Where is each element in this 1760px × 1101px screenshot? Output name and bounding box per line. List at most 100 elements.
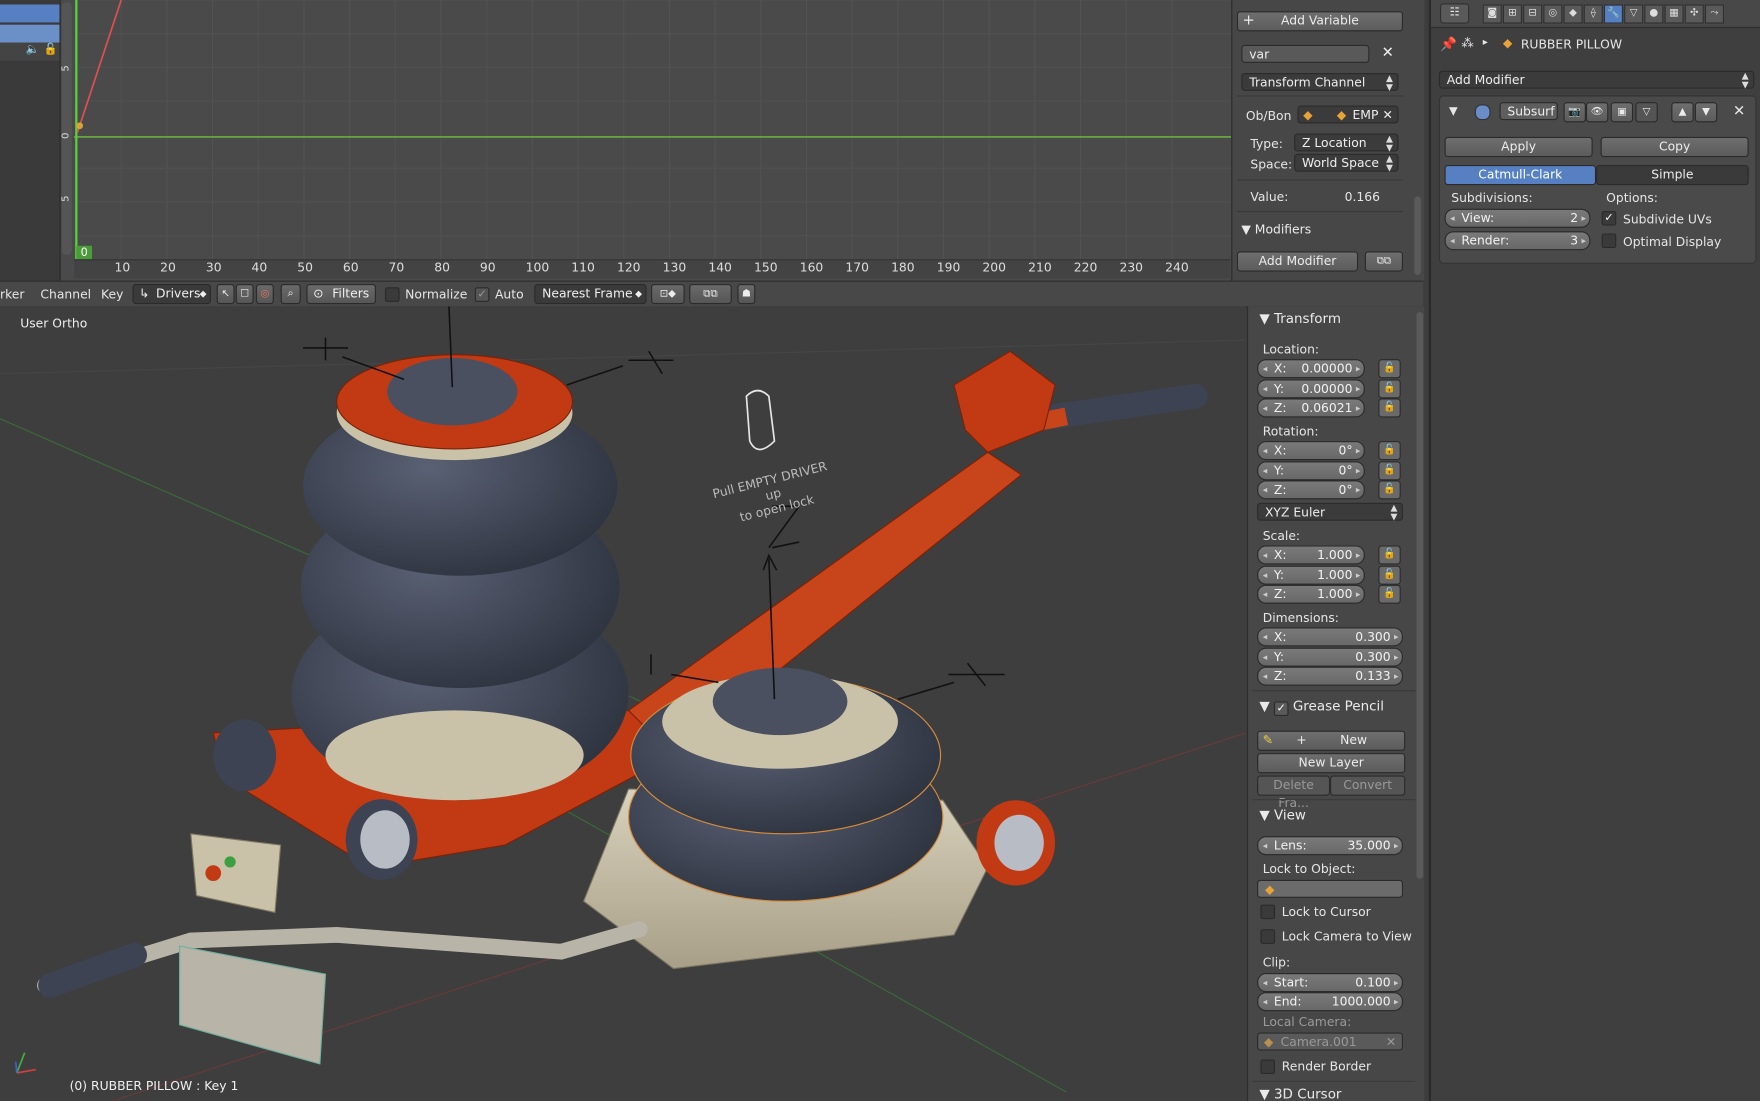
- editmode-icon[interactable]: ▣: [1610, 102, 1634, 123]
- render-toggle-icon[interactable]: 📷: [1563, 102, 1586, 123]
- local-camera-field[interactable]: ◆ Camera.001 ✕: [1257, 1032, 1403, 1052]
- variable-type-select[interactable]: Transform Channel ▲ ▼: [1241, 72, 1399, 91]
- properties-tab-icon[interactable]: ◆: [1563, 4, 1583, 24]
- close-icon[interactable]: ✕: [1382, 45, 1394, 62]
- location-x-field[interactable]: ◂ X: 0.00000 ▸: [1257, 359, 1365, 379]
- transform-section-title[interactable]: ▼ Transform: [1259, 311, 1341, 327]
- gp-new-button[interactable]: ✎ + New: [1257, 730, 1406, 751]
- gp-convert-button[interactable]: Convert: [1330, 775, 1406, 796]
- rotation-x-field[interactable]: ◂ X: 0° ▸: [1257, 441, 1365, 461]
- speaker-icon[interactable]: 🔈: [26, 44, 40, 56]
- properties-tab-icon[interactable]: ◙: [1482, 4, 1502, 24]
- variable-name-field[interactable]: var: [1241, 44, 1370, 63]
- copy-button[interactable]: Copy: [1600, 136, 1749, 158]
- clear-icon[interactable]: ✕: [1383, 107, 1393, 125]
- modifiers-section-title[interactable]: ▼ Modifiers: [1241, 222, 1311, 237]
- lock-icon[interactable]: 🔓: [1378, 545, 1401, 565]
- filters-button[interactable]: ⊙ Filters: [306, 283, 377, 305]
- shelf-scrollbar[interactable]: [1416, 311, 1424, 879]
- lock-icon[interactable]: 🔓: [1378, 359, 1401, 379]
- move-down-icon[interactable]: ▼: [1694, 102, 1718, 123]
- lock-icon[interactable]: 🔓: [1378, 378, 1401, 398]
- editor-type-icon[interactable]: ☷: [1440, 3, 1470, 24]
- gp-delete-frame-button[interactable]: Delete Fra...: [1257, 775, 1331, 810]
- gp-new-layer-button[interactable]: New Layer: [1257, 753, 1406, 774]
- rotation-mode-select[interactable]: XYZ Euler ▲ ▼: [1257, 502, 1403, 521]
- menu-key[interactable]: Key: [101, 287, 123, 302]
- ghost-icon[interactable]: ☐: [235, 283, 254, 305]
- grease-pencil-section-title[interactable]: ▼ ✓ Grease Pencil: [1259, 698, 1384, 717]
- move-up-icon[interactable]: ▲: [1671, 102, 1694, 123]
- location-y-field[interactable]: ◂ Y: 0.00000 ▸: [1257, 378, 1365, 398]
- object-field[interactable]: ◆ ◆ EMP ✕: [1297, 105, 1399, 125]
- subdivide-uvs-checkbox[interactable]: ✓: [1601, 210, 1617, 226]
- rotation-y-field[interactable]: ◂ Y: 0° ▸: [1257, 460, 1365, 480]
- properties-tab-icon[interactable]: ▦: [1664, 4, 1684, 24]
- snap-select[interactable]: Nearest Frame ◆: [534, 283, 647, 305]
- menu-marker[interactable]: rker: [0, 287, 24, 302]
- lock-icon[interactable]: 🔓: [1378, 565, 1401, 585]
- channel-list[interactable]: 🔈 🔓: [0, 0, 61, 281]
- frame-ruler[interactable]: 10 20 30 40 50 60 70 80 90 100 110 120 130 140 150 160 1…: [74, 259, 1231, 279]
- object-link-icon[interactable]: ⁂: [1461, 36, 1473, 51]
- grease-pencil-checkbox[interactable]: ✓: [1273, 701, 1289, 717]
- tab-catmull-clark[interactable]: Catmull-Clark: [1444, 164, 1597, 186]
- menu-channel[interactable]: Channel: [40, 287, 91, 302]
- location-z-field[interactable]: ◂ Z: 0.06021 ▸: [1257, 398, 1365, 418]
- normalize-checkbox[interactable]: [384, 287, 400, 302]
- lock-icon[interactable]: 🔓: [44, 44, 58, 56]
- auto-checkbox[interactable]: ✓: [474, 287, 490, 302]
- 3d-cursor-section-title[interactable]: ▼ 3D Cursor: [1259, 1086, 1341, 1101]
- lock-to-object-field[interactable]: ◆: [1257, 879, 1403, 898]
- remove-modifier-icon[interactable]: ✕: [1733, 103, 1745, 120]
- copy-paste-icon[interactable]: ⧉⧉: [1364, 251, 1403, 272]
- lens-field[interactable]: ◂ Lens: 35.000 ▸: [1257, 836, 1403, 856]
- error-filter-icon[interactable]: ◎: [255, 283, 274, 305]
- clip-start-field[interactable]: ◂ Start: 0.100 ▸: [1257, 973, 1403, 993]
- clear-icon[interactable]: ✕: [1386, 1034, 1396, 1052]
- modifier-name-field[interactable]: Subsurf: [1499, 102, 1558, 121]
- properties-tab-icon[interactable]: ◎: [1543, 4, 1563, 24]
- vertical-scrollbar[interactable]: [61, 2, 72, 255]
- select-icon[interactable]: ↖: [216, 283, 235, 305]
- scale-y-field[interactable]: ◂ Y: 1.000 ▸: [1257, 565, 1365, 585]
- properties-tab-icon[interactable]: ⊞: [1502, 4, 1522, 24]
- lock-icon[interactable]: 🔓: [1378, 480, 1401, 500]
- add-driver-modifier-button[interactable]: Add Modifier: [1236, 251, 1359, 272]
- add-variable-button[interactable]: + Add Variable: [1236, 11, 1403, 32]
- 3d-viewport[interactable]: User Ortho Pull EMPTY DRIVER up to open …: [0, 306, 1246, 1101]
- subdiv-render-field[interactable]: ◂ Render: 3 ▸: [1444, 231, 1591, 251]
- copy-paste-keys-icon[interactable]: ⧉⧉: [689, 283, 732, 305]
- add-modifier-select[interactable]: Add Modifier ▲ ▼: [1438, 70, 1755, 89]
- panel-scrollbar[interactable]: [1414, 196, 1421, 275]
- space-select[interactable]: World Space ▲ ▼: [1294, 153, 1399, 172]
- lock-camera-checkbox[interactable]: [1260, 929, 1276, 944]
- render-border-checkbox[interactable]: [1260, 1059, 1276, 1075]
- pin-icon[interactable]: 📌: [1440, 36, 1457, 52]
- graph-editor[interactable]: 🔈 🔓 5 0 5 0 10 20 30 40 50 60 70 80 90 100 110 120 1…: [0, 0, 1232, 281]
- properties-tab-icon[interactable]: ✣: [1684, 4, 1704, 24]
- apply-button[interactable]: Apply: [1444, 136, 1593, 158]
- properties-tab-icon[interactable]: ⟠: [1583, 4, 1603, 24]
- pivot-icon[interactable]: ⊡◆: [650, 283, 685, 305]
- lock-icon[interactable]: 🔓: [1378, 441, 1401, 461]
- dimensions-y-field[interactable]: ◂ Y: 0.300 ▸: [1257, 647, 1403, 667]
- lock-icon[interactable]: 🔓: [1378, 584, 1401, 604]
- properties-tab-icon[interactable]: ⊟: [1523, 4, 1543, 24]
- scale-z-field[interactable]: ◂ Z: 1.000 ▸: [1257, 584, 1365, 604]
- collapse-chevron-icon[interactable]: ▼: [1449, 105, 1458, 117]
- lock-icon[interactable]: 🔓: [1378, 460, 1401, 480]
- viewport-eye-icon[interactable]: 👁: [1585, 102, 1609, 123]
- search-icon[interactable]: ⌕: [280, 283, 301, 305]
- properties-tab-icon[interactable]: ⤳: [1704, 4, 1725, 24]
- lock-icon[interactable]: 🔓: [1378, 398, 1401, 418]
- tab-simple[interactable]: Simple: [1596, 164, 1749, 186]
- lock-to-cursor-checkbox[interactable]: [1260, 904, 1276, 920]
- subdiv-view-field[interactable]: ◂ View: 2 ▸: [1444, 208, 1591, 228]
- type-select[interactable]: Z Location ▲ ▼: [1294, 133, 1399, 152]
- properties-tab-icon[interactable]: ▽: [1624, 4, 1644, 24]
- rotation-z-field[interactable]: ◂ Z: 0° ▸: [1257, 480, 1365, 500]
- dimensions-x-field[interactable]: ◂ X: 0.300 ▸: [1257, 627, 1403, 647]
- dimensions-z-field[interactable]: ◂ Z: 0.133 ▸: [1257, 666, 1403, 686]
- cage-icon[interactable]: ▽: [1635, 102, 1658, 123]
